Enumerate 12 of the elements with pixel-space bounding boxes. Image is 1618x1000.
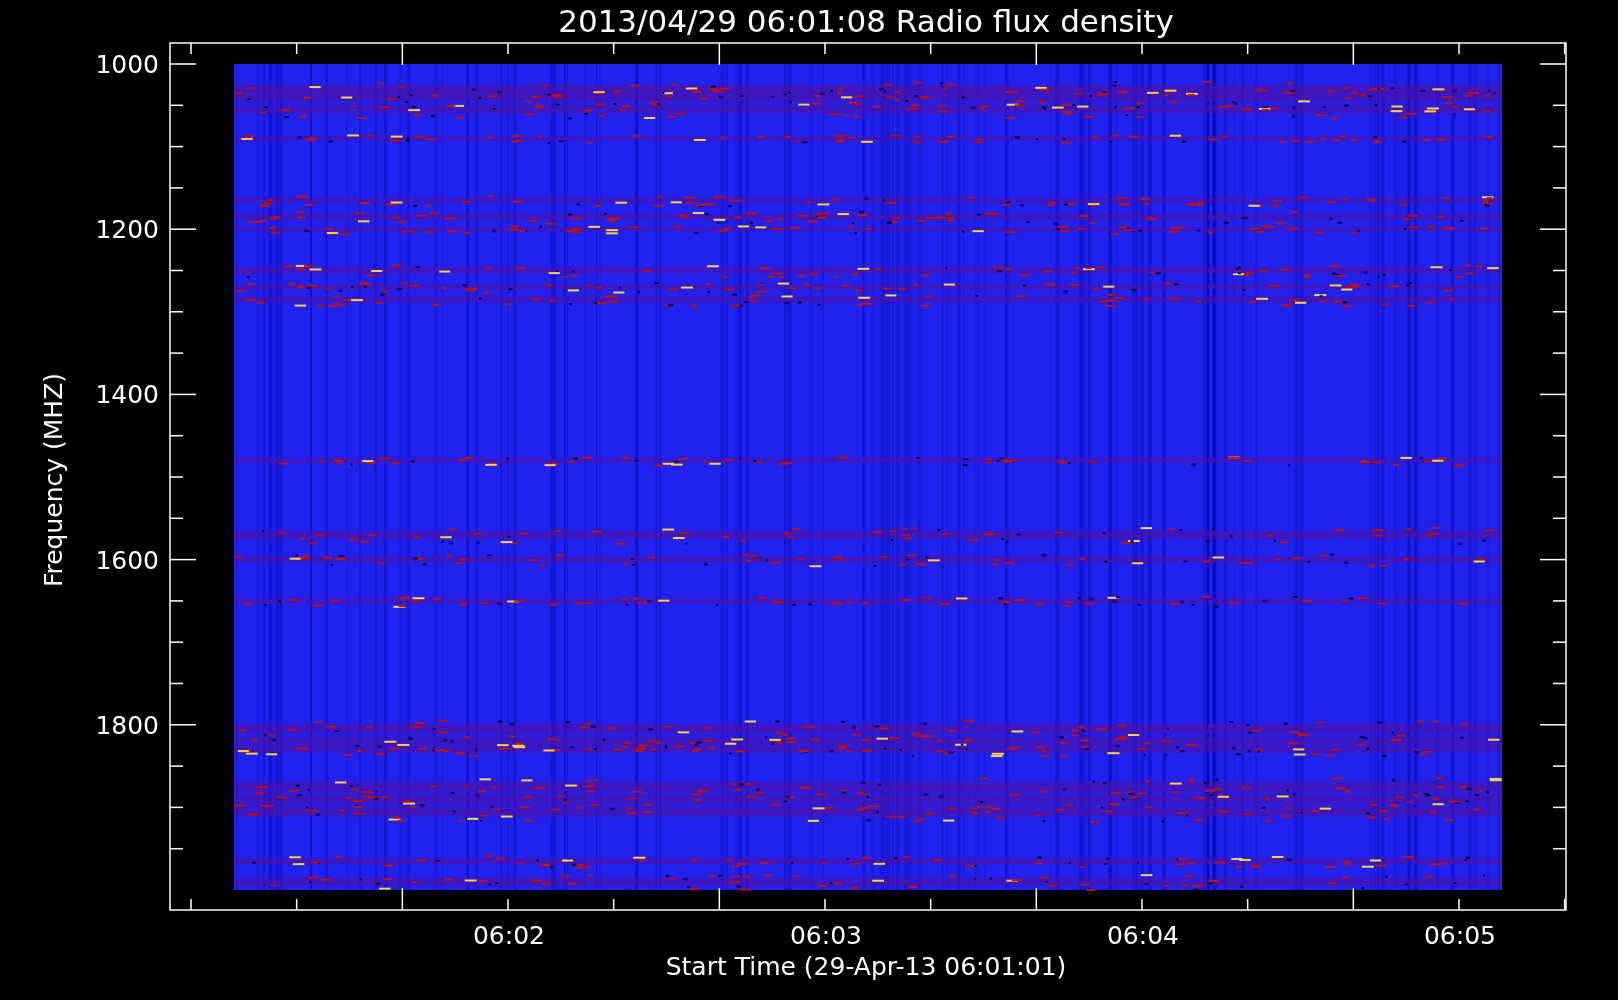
chart-title: 2013/04/29 06:01:08 Radio flux density xyxy=(558,3,1174,39)
y-tick-label: 1800 xyxy=(95,710,159,740)
y-axis-title: Frequency (MHZ) xyxy=(39,372,68,588)
y-tick-label: 1400 xyxy=(95,380,159,410)
y-tick-label: 1600 xyxy=(95,545,159,575)
y-tick-label: 1000 xyxy=(95,50,159,79)
y-tick-label: 1200 xyxy=(95,215,159,245)
x-tick-label: 06:04 xyxy=(1107,921,1179,950)
x-axis-title: Start Time (29-Apr-13 06:01:01) xyxy=(665,952,1067,981)
x-tick-label: 06:03 xyxy=(790,921,862,950)
x-tick-label: 06:02 xyxy=(473,921,545,950)
x-tick-label: 06:05 xyxy=(1424,921,1496,950)
